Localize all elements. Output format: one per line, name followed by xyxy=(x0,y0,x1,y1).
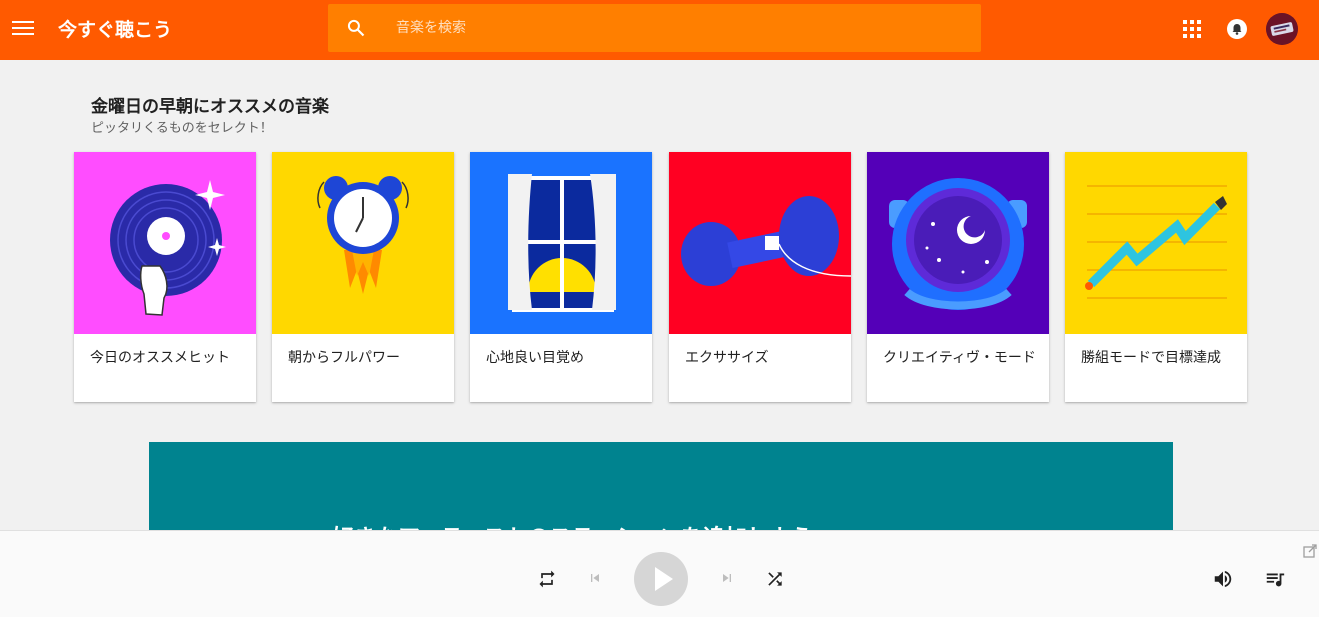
skip-previous-icon[interactable] xyxy=(587,570,603,586)
card-art xyxy=(272,152,454,334)
play-button[interactable] xyxy=(634,552,688,606)
card-comfortable-wakeup[interactable]: 心地良い目覚め xyxy=(470,152,652,402)
card-label: 心地良い目覚め xyxy=(486,350,584,366)
card-art xyxy=(867,152,1049,334)
alarm-clock-rocket-icon xyxy=(317,176,409,294)
volume-icon[interactable] xyxy=(1212,568,1234,590)
section-title: 金曜日の早朝にオススメの音楽 xyxy=(91,97,329,117)
repeat-icon[interactable] xyxy=(537,569,557,589)
card-label: 今日のオススメヒット xyxy=(90,350,230,366)
astronaut-helmet-icon xyxy=(889,178,1027,310)
card-todays-hits[interactable]: 今日のオススメヒット xyxy=(74,152,256,402)
open-in-new-icon[interactable] xyxy=(1303,544,1317,558)
card-art xyxy=(669,152,851,334)
card-label: 勝組モードで目標達成 xyxy=(1081,350,1221,366)
card-label: エクササイズ xyxy=(685,350,769,366)
vinyl-record-icon xyxy=(110,180,226,316)
card-goal-mode[interactable]: 勝組モードで目標達成 xyxy=(1065,152,1247,402)
card-creative-mode[interactable]: クリエイティヴ・モード xyxy=(867,152,1049,402)
search-bar[interactable] xyxy=(328,4,981,52)
notification-bell-icon[interactable] xyxy=(1227,19,1247,39)
play-icon xyxy=(655,567,673,591)
search-input[interactable] xyxy=(396,16,956,40)
card-art xyxy=(470,152,652,334)
card-art xyxy=(1065,152,1247,334)
card-label: クリエイティヴ・モード xyxy=(883,350,1036,366)
search-icon[interactable] xyxy=(346,18,366,38)
player-bar xyxy=(0,530,1319,617)
dumbbell-icon xyxy=(681,196,851,286)
section-subtitle: ピッタリくるものをセレクト！ xyxy=(91,121,273,136)
card-morning-power[interactable]: 朝からフルパワー xyxy=(272,152,454,402)
skip-next-icon[interactable] xyxy=(719,570,735,586)
page-title: 今すぐ聴こう xyxy=(58,19,173,41)
window-sunrise-icon xyxy=(508,174,616,312)
shuffle-icon[interactable] xyxy=(765,569,785,589)
queue-icon[interactable] xyxy=(1264,568,1286,590)
card-label: 朝からフルパワー xyxy=(288,350,400,366)
pencil-graph-icon xyxy=(1085,185,1227,299)
apps-grid-icon[interactable] xyxy=(1183,20,1201,38)
card-art xyxy=(74,152,256,334)
card-exercise[interactable]: エクササイズ xyxy=(669,152,851,402)
top-app-bar: 今すぐ聴こう xyxy=(0,0,1319,60)
menu-icon[interactable] xyxy=(12,18,34,40)
mood-card-row: 今日のオススメヒット 朝からフルパワー 心地良い目覚め エクササイズ クリエイテ… xyxy=(74,152,1248,402)
avatar[interactable] xyxy=(1266,13,1298,45)
